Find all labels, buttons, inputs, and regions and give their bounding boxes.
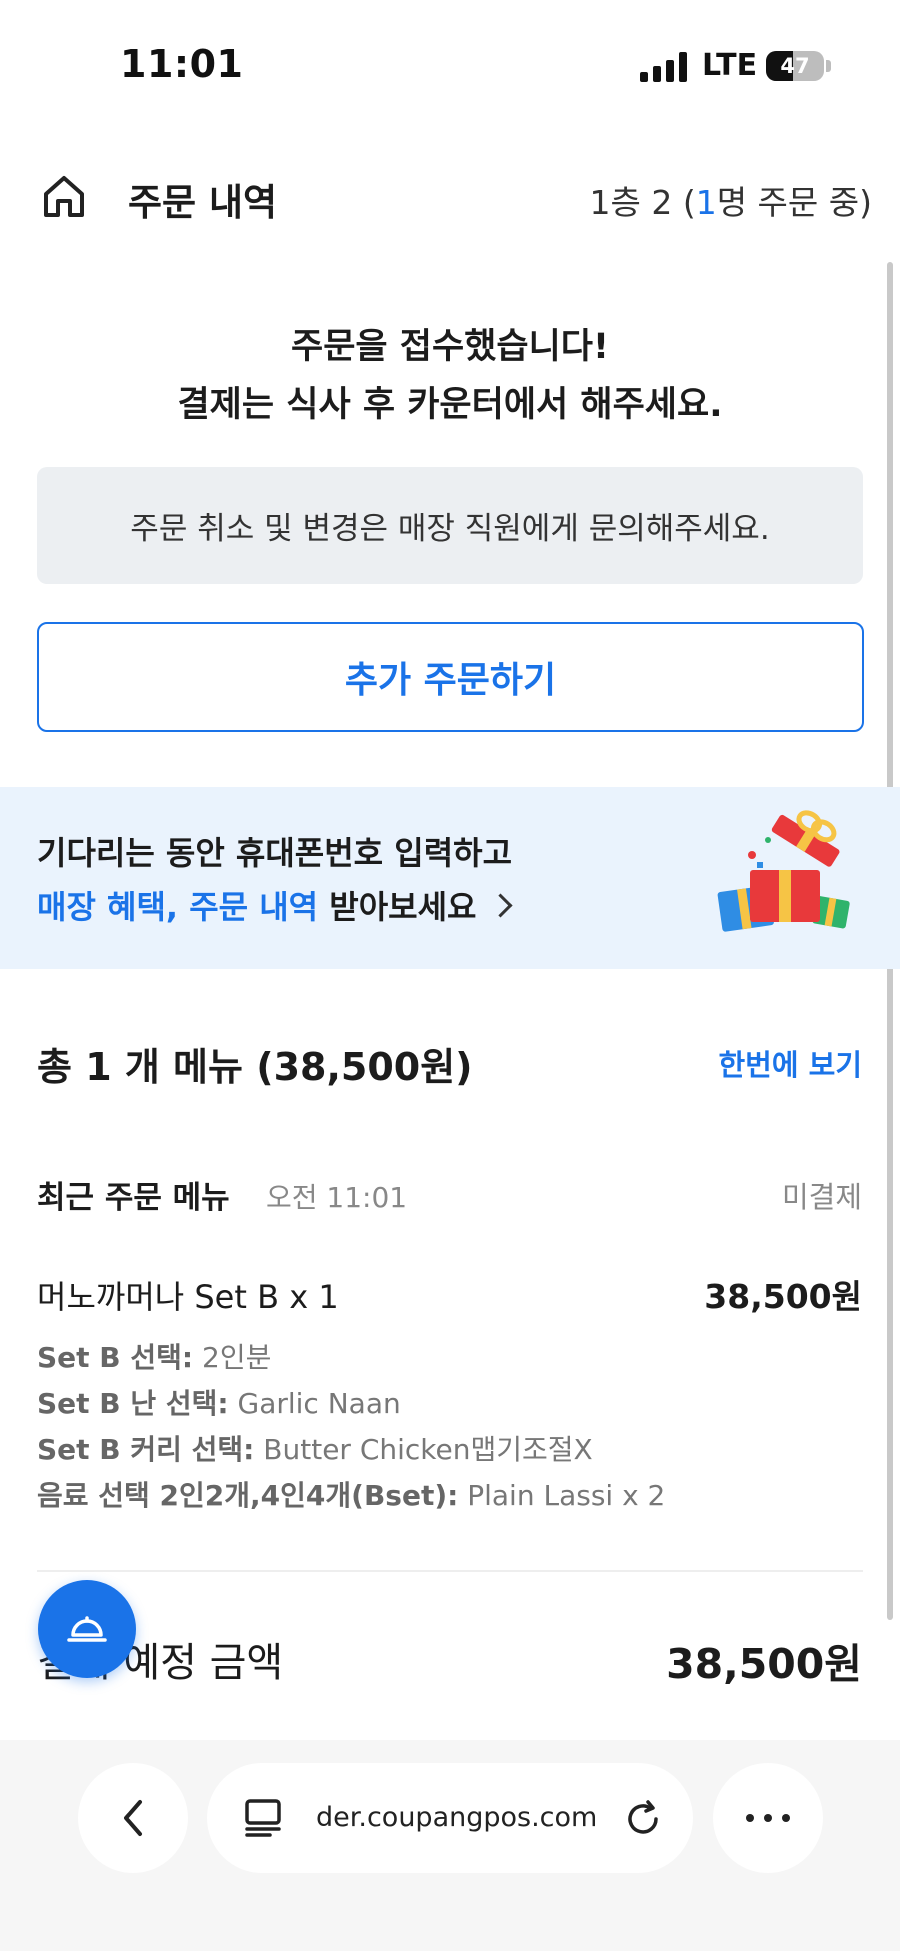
divider (37, 1570, 863, 1572)
option-value: Butter Chicken맵기조절X (254, 1433, 593, 1466)
signal-icon (640, 52, 688, 82)
more-icon-dot (782, 1814, 790, 1822)
promo-highlight: 매장 혜택, 주문 내역 (37, 888, 319, 926)
promo-line2[interactable]: 매장 혜택, 주문 내역 받아보세요 (37, 882, 513, 928)
view-all-link[interactable]: 한번에 보기 (719, 1042, 863, 1084)
chevron-left-icon (124, 1800, 142, 1836)
battery-level: 47 (780, 54, 810, 78)
option-label: Set B 선택: (37, 1341, 194, 1374)
notice-text: 주문 취소 및 변경은 매장 직원에게 문의해주세요. (130, 511, 770, 547)
gift-box-icon (710, 800, 860, 940)
service-bell-icon (67, 1616, 107, 1642)
promo-line1: 기다리는 동안 휴대폰번호 입력하고 (37, 834, 513, 872)
option-label: Set B 난 선택: (37, 1387, 229, 1420)
table-suffix: 명 주문 중) (716, 183, 872, 222)
call-staff-button[interactable] (38, 1580, 136, 1678)
total-amount: 38,500원 (666, 1640, 862, 1688)
recent-order-label: 최근 주문 메뉴 (37, 1180, 230, 1216)
option-value: 2인분 (193, 1341, 272, 1374)
notice-box: 주문 취소 및 변경은 매장 직원에게 문의해주세요. (37, 467, 863, 584)
add-order-label: 추가 주문하기 (344, 660, 557, 701)
option-label: Set B 커리 선택: (37, 1433, 255, 1466)
back-button[interactable] (78, 1763, 188, 1873)
confirmation-line2: 결제는 식사 후 카운터에서 해주세요. (177, 385, 723, 425)
battery-cap (826, 60, 831, 72)
item-option: Set B 커리 선택: Butter Chicken맵기조절X (37, 1428, 593, 1468)
promo-rest: 받아보세요 (318, 888, 477, 926)
reload-icon[interactable] (622, 1798, 664, 1840)
url-text[interactable]: der.coupangpos.com (316, 1802, 597, 1833)
option-label: 음료 선택 2인2개,4인4개(Bset): (37, 1479, 459, 1512)
network-type: LTE (702, 48, 758, 83)
table-info: 1층 2 (1명 주문 중) (589, 176, 872, 224)
option-value: Plain Lassi x 2 (458, 1479, 666, 1512)
tabs-icon[interactable] (244, 1798, 282, 1838)
payment-status: 미결제 (781, 1180, 862, 1214)
item-option: 음료 선택 2인2개,4인4개(Bset): Plain Lassi x 2 (37, 1474, 665, 1514)
ordering-count: 1 (695, 183, 717, 222)
table-prefix: 1층 2 ( (589, 183, 696, 222)
menu-item-name: 머노까머나 Set B x 1 (37, 1278, 339, 1316)
order-confirmation: 주문을 접수했습니다! 결제는 식사 후 카운터에서 해주세요. (0, 318, 900, 434)
option-value: Garlic Naan (228, 1387, 401, 1420)
item-option: Set B 선택: 2인분 (37, 1336, 271, 1376)
more-button[interactable] (713, 1763, 823, 1873)
menu-item-price: 38,500원 (704, 1277, 862, 1316)
chevron-right-icon (488, 893, 513, 918)
status-time: 11:01 (120, 42, 244, 86)
add-order-button[interactable]: 추가 주문하기 (37, 622, 864, 732)
page-title: 주문 내역 (128, 181, 278, 224)
item-option: Set B 난 선택: Garlic Naan (37, 1382, 401, 1422)
order-summary-title: 총 1 개 메뉴 (38,500원) (37, 1045, 473, 1089)
home-icon[interactable] (40, 172, 88, 220)
more-icon (746, 1814, 754, 1822)
recent-order-time: 오전 11:01 (266, 1181, 408, 1214)
confirmation-line1: 주문을 접수했습니다! (291, 327, 609, 367)
battery-icon: 47 (766, 51, 824, 81)
more-icon-dot (764, 1814, 772, 1822)
